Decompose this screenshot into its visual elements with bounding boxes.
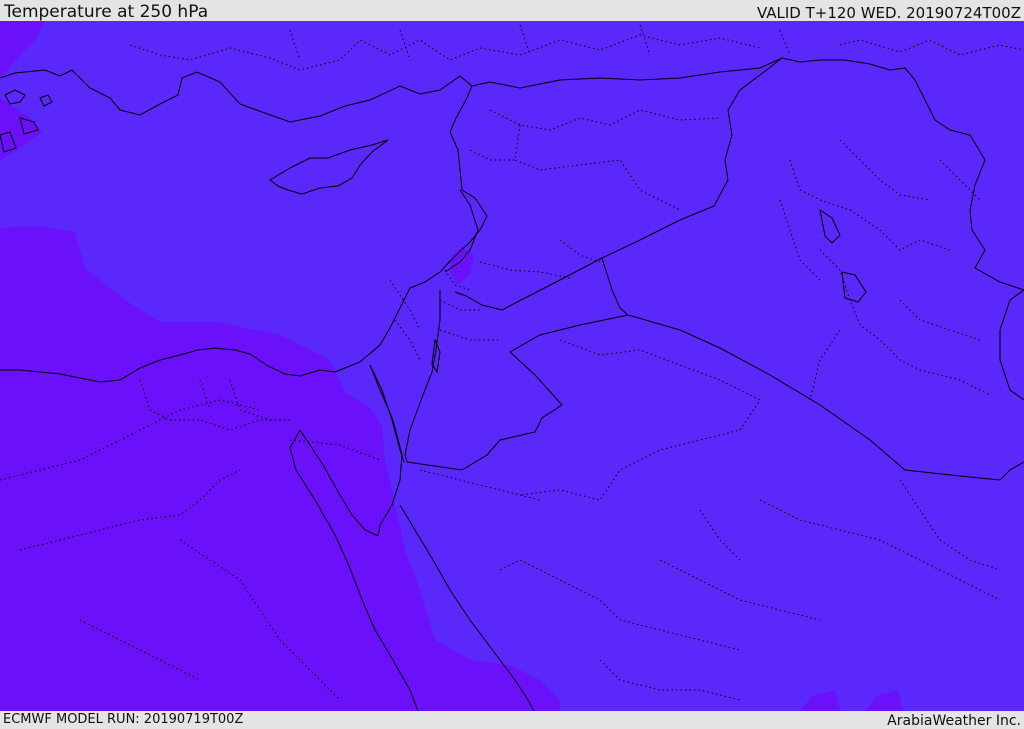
weather-map-frame: Temperature at 250 hPa VALID T+120 WED. … — [0, 0, 1024, 729]
credit-label: ArabiaWeather Inc. — [887, 713, 1021, 729]
temperature-map — [0, 21, 1024, 711]
map-title: Temperature at 250 hPa — [4, 2, 209, 22]
footer-bar: ECMWF MODEL RUN: 20190719T00Z ArabiaWeat… — [0, 711, 1024, 729]
header-bar: Temperature at 250 hPa VALID T+120 WED. … — [0, 0, 1024, 22]
valid-time-label: VALID T+120 WED. 20190724T00Z — [756, 4, 1021, 22]
model-run-label: ECMWF MODEL RUN: 20190719T00Z — [3, 712, 244, 727]
